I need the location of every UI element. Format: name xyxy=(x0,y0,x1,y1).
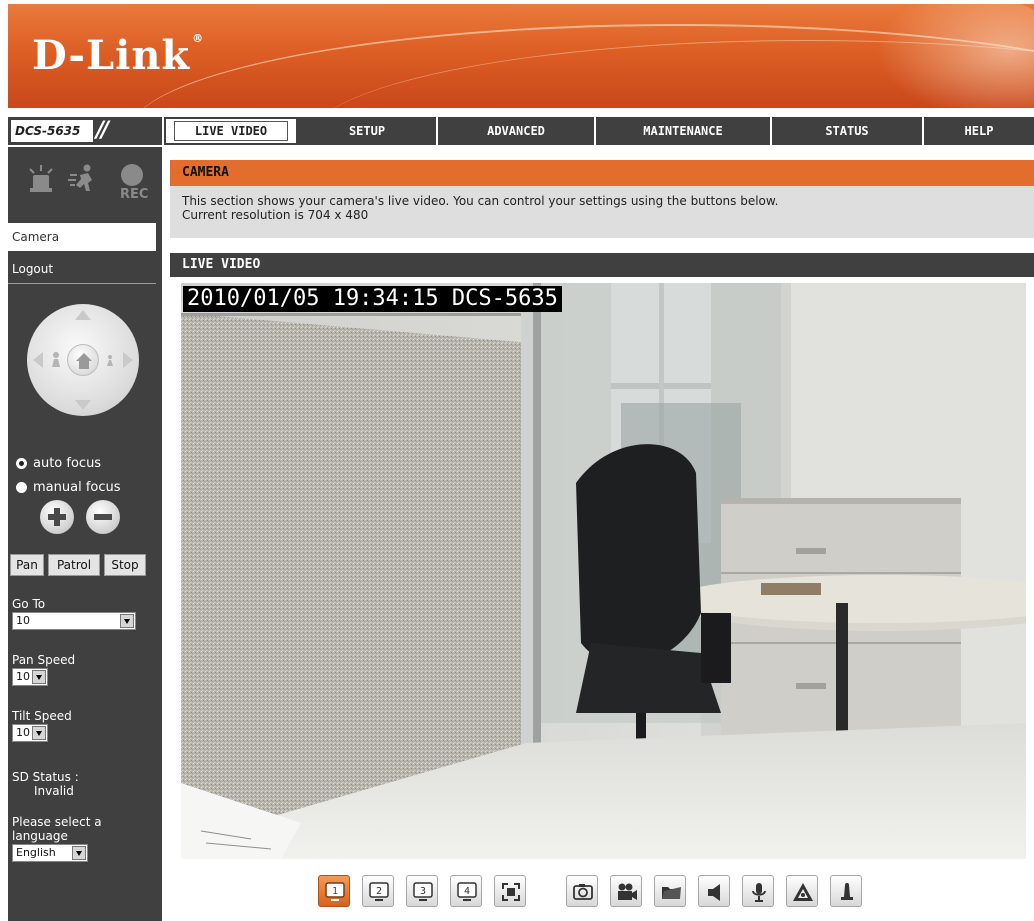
language-label-line1: Please select a xyxy=(12,815,102,829)
header-banner: D-Link ® xyxy=(8,4,1034,108)
camera-resolution-text: Current resolution is 704 x 480 xyxy=(182,208,369,222)
status-icons: REC xyxy=(26,155,156,205)
sd-status-label: SD Status : xyxy=(12,770,79,784)
sd-status-value: Invalid xyxy=(34,784,74,798)
auto-focus-option[interactable]: auto focus xyxy=(16,456,101,471)
tilt-speed-select[interactable]: 10 xyxy=(12,724,48,742)
live-video-section-header: LIVE VIDEO xyxy=(170,253,1034,277)
chevron-down-icon[interactable] xyxy=(32,726,46,740)
tab-status[interactable]: STATUS xyxy=(772,117,924,145)
tab-live-video[interactable]: LIVE VIDEO xyxy=(164,117,298,145)
view-2-icon[interactable]: 2 xyxy=(362,875,394,907)
pan-speed-label: Pan Speed xyxy=(12,653,76,667)
auto-focus-label: auto focus xyxy=(33,456,102,471)
header-divider xyxy=(8,108,1034,115)
rec-label: REC xyxy=(120,187,149,202)
folder-icon[interactable] xyxy=(654,875,686,907)
alarm-light-icon[interactable] xyxy=(830,875,862,907)
record-icon[interactable] xyxy=(610,875,642,907)
camera-description: This section shows your camera's live vi… xyxy=(170,186,1034,238)
goto-label: Go To xyxy=(12,597,46,611)
alarm-icon xyxy=(26,163,56,193)
view-4-label: 4 xyxy=(464,886,470,897)
view-3-icon[interactable]: 3 xyxy=(406,875,438,907)
view-1-icon[interactable]: 1 xyxy=(318,875,350,907)
language-label-line2: language xyxy=(12,829,68,843)
language-select[interactable]: English xyxy=(12,844,88,862)
speaker-icon[interactable] xyxy=(698,875,730,907)
tab-advanced[interactable]: ADVANCED xyxy=(438,117,596,145)
view-1-label: 1 xyxy=(332,886,338,897)
pan-speed-value: 10 xyxy=(16,670,30,683)
live-video-feed[interactable]: 2010/01/05 19:34:15 DCS-5635 xyxy=(181,283,1026,859)
tilt-down-arrow[interactable] xyxy=(75,400,91,410)
tilt-speed-label: Tilt Speed xyxy=(12,709,72,723)
focus-plus-icon[interactable] xyxy=(40,500,74,534)
patrol-button[interactable]: Patrol xyxy=(48,554,100,576)
tab-help[interactable]: HELP xyxy=(924,117,1034,145)
digital-output-icon[interactable] xyxy=(786,875,818,907)
tilt-up-arrow[interactable] xyxy=(75,310,91,320)
logo-registered-mark: ® xyxy=(192,32,205,45)
nav-tabs: LIVE VIDEO SETUP ADVANCED MAINTENANCE ST… xyxy=(164,117,1034,145)
pan-button[interactable]: Pan xyxy=(10,554,44,576)
goto-select[interactable]: 10 xyxy=(12,612,136,630)
zoom-out-icon[interactable] xyxy=(47,350,65,368)
sidebar-item-camera[interactable]: Camera xyxy=(8,223,156,251)
zoom-in-icon[interactable] xyxy=(101,350,119,368)
chevron-down-icon[interactable] xyxy=(32,670,46,684)
motion-icon xyxy=(68,163,98,193)
rec-icon: REC xyxy=(116,163,148,202)
home-icon[interactable] xyxy=(67,344,99,376)
video-toolbar: 1 2 3 4 xyxy=(318,875,878,909)
manual-focus-radio[interactable] xyxy=(16,482,27,493)
view-4-icon[interactable]: 4 xyxy=(450,875,482,907)
view-3-label: 3 xyxy=(420,886,426,897)
sidebar-item-logout[interactable]: Logout xyxy=(12,262,53,276)
video-timestamp-overlay: 2010/01/05 19:34:15 DCS-5635 xyxy=(183,286,562,312)
ptz-control-pad[interactable] xyxy=(27,304,139,416)
snapshot-icon[interactable] xyxy=(566,875,598,907)
model-label: DCS-5635 xyxy=(11,120,93,142)
pan-left-arrow[interactable] xyxy=(33,352,43,368)
header-shine xyxy=(854,4,1034,108)
model-badge: DCS-5635 // xyxy=(8,117,162,145)
chevron-down-icon[interactable] xyxy=(120,614,134,628)
chevron-down-icon[interactable] xyxy=(72,846,86,860)
pan-speed-select[interactable]: 10 xyxy=(12,668,48,686)
language-value: English xyxy=(16,846,56,859)
model-slash-decoration: // xyxy=(96,118,109,143)
tab-maintenance[interactable]: MAINTENANCE xyxy=(596,117,772,145)
camera-description-line1: This section shows your camera's live vi… xyxy=(182,194,779,208)
microphone-icon[interactable] xyxy=(742,875,774,907)
tilt-speed-value: 10 xyxy=(16,726,30,739)
sidebar: REC Camera Logout auto focus manual focu… xyxy=(8,147,162,921)
video-scene xyxy=(181,283,1026,859)
dlink-logo: D-Link ® xyxy=(32,32,204,79)
page: D-Link ® DCS-5635 // LIVE VIDEO SETUP ADV… xyxy=(0,0,1034,921)
view-2-label: 2 xyxy=(376,886,382,897)
tab-setup[interactable]: SETUP xyxy=(298,117,438,145)
sidebar-divider xyxy=(8,283,156,284)
tab-label: LIVE VIDEO xyxy=(173,121,289,141)
pan-right-arrow[interactable] xyxy=(123,352,133,368)
logo-text: D-Link xyxy=(32,32,191,79)
stop-button[interactable]: Stop xyxy=(104,554,146,576)
auto-focus-radio[interactable] xyxy=(16,458,27,469)
goto-value: 10 xyxy=(16,614,30,627)
focus-minus-icon[interactable] xyxy=(86,500,120,534)
camera-section-header: CAMERA xyxy=(170,160,1034,186)
fullscreen-icon[interactable] xyxy=(494,875,526,907)
manual-focus-label: manual focus xyxy=(33,480,121,495)
manual-focus-option[interactable]: manual focus xyxy=(16,480,121,495)
